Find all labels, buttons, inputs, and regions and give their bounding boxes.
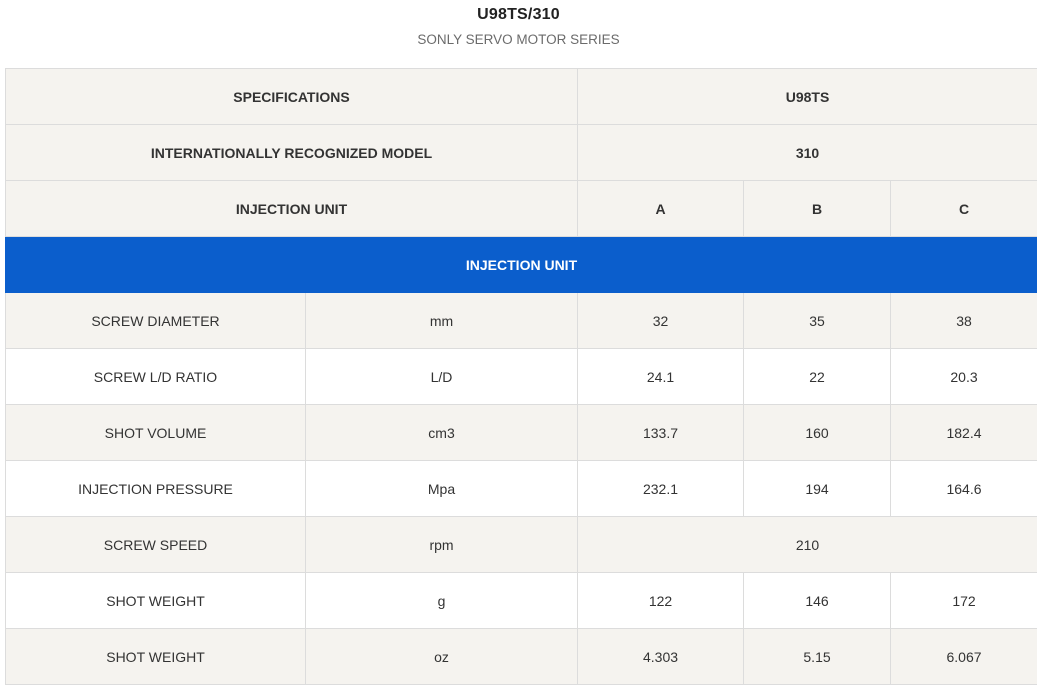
cell-c: 6.067 xyxy=(890,628,1037,685)
cell-a: 133.7 xyxy=(577,404,745,461)
row-name: SHOT WEIGHT xyxy=(5,572,306,629)
row-unit: oz xyxy=(304,628,579,685)
page-subtitle: SONLY SERVO MOTOR SERIES xyxy=(417,32,620,47)
row-unit: L/D xyxy=(304,348,579,405)
row-name: SHOT VOLUME xyxy=(5,404,306,461)
cell-b: 194 xyxy=(743,460,892,517)
cell-c: 20.3 xyxy=(890,348,1037,405)
table-row: SCREW L/D RATIO L/D 24.1 22 20.3 xyxy=(5,348,1037,405)
section-band-row: INJECTION UNIT xyxy=(4,236,1037,293)
cell-a: 122 xyxy=(577,572,745,629)
model-value: 310 xyxy=(577,124,1037,181)
spec-table: SPECIFICATIONS U98TS INTERNATIONALLY REC… xyxy=(4,68,1037,685)
cell-b: 160 xyxy=(743,404,892,461)
row-unit: g xyxy=(304,572,579,629)
cell-a: 32 xyxy=(577,292,745,349)
model-label: INTERNATIONALLY RECOGNIZED MODEL xyxy=(4,124,579,181)
cell-a: 4.303 xyxy=(577,628,745,685)
cell-c: 164.6 xyxy=(890,460,1037,517)
cell-a: 232.1 xyxy=(577,460,745,517)
table-row: INJECTION PRESSURE Mpa 232.1 194 164.6 xyxy=(5,460,1037,517)
row-unit: Mpa xyxy=(304,460,579,517)
cell-b: 146 xyxy=(743,572,892,629)
specifications-value: U98TS xyxy=(577,68,1037,125)
cell-c: 38 xyxy=(890,292,1037,349)
row-name: SCREW L/D RATIO xyxy=(5,348,306,405)
row-unit: mm xyxy=(304,292,579,349)
cell-b: 22 xyxy=(743,348,892,405)
cell-c: 182.4 xyxy=(890,404,1037,461)
section-band: INJECTION UNIT xyxy=(4,236,1037,293)
specifications-label: SPECIFICATIONS xyxy=(4,68,579,125)
cell-a: 24.1 xyxy=(577,348,745,405)
table-row: SCREW SPEED rpm 210 xyxy=(5,516,1037,573)
column-header-b: B xyxy=(743,180,892,237)
table-row: SPECIFICATIONS U98TS xyxy=(4,68,1037,125)
row-unit: rpm xyxy=(304,516,579,573)
row-name: INJECTION PRESSURE xyxy=(5,460,306,517)
column-header-c: C xyxy=(890,180,1037,237)
table-row: SHOT WEIGHT g 122 146 172 xyxy=(5,572,1037,629)
row-unit: cm3 xyxy=(304,404,579,461)
cell-b: 35 xyxy=(743,292,892,349)
cell-c: 172 xyxy=(890,572,1037,629)
cell-merged: 210 xyxy=(577,516,1037,573)
table-row: SHOT VOLUME cm3 133.7 160 182.4 xyxy=(5,404,1037,461)
table-row: INJECTION UNIT A B C xyxy=(4,180,1037,237)
injection-unit-label: INJECTION UNIT xyxy=(4,180,579,237)
page-title: U98TS/310 xyxy=(477,6,560,23)
row-name: SHOT WEIGHT xyxy=(5,628,306,685)
table-row: SHOT WEIGHT oz 4.303 5.15 6.067 xyxy=(5,628,1037,685)
row-name: SCREW DIAMETER xyxy=(5,292,306,349)
row-name: SCREW SPEED xyxy=(5,516,306,573)
column-header-a: A xyxy=(577,180,745,237)
cell-b: 5.15 xyxy=(743,628,892,685)
table-row: INTERNATIONALLY RECOGNIZED MODEL 310 xyxy=(4,124,1037,181)
table-row: SCREW DIAMETER mm 32 35 38 xyxy=(5,292,1037,349)
